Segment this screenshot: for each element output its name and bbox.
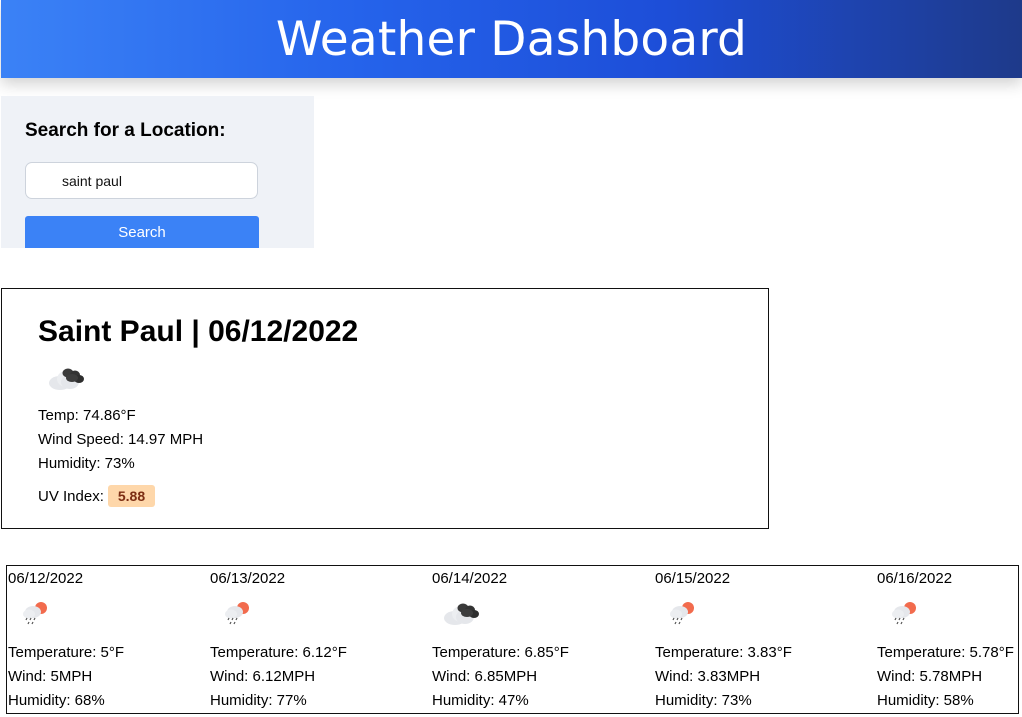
forecast-day: 06/14/2022 Temperature: 6.85°F Wind: 6.8…	[431, 566, 631, 713]
rain-icon	[23, 602, 47, 625]
forecast-date: 06/12/2022	[8, 570, 84, 587]
broken-clouds-icon	[49, 368, 84, 390]
forecast-humidity: Humidity: 73%	[655, 692, 752, 709]
forecast-wind: Wind: 6.12MPH	[210, 668, 316, 685]
search-panel: Search for a Location: Search	[1, 96, 314, 248]
current-temp: Temp: 74.86°F	[38, 407, 136, 424]
forecast-temperature: Temperature: 6.12°F	[210, 644, 347, 661]
forecast-date: 06/15/2022	[655, 570, 731, 587]
search-button[interactable]: Search	[25, 216, 259, 248]
current-humidity: Humidity: 73%	[38, 455, 135, 472]
forecast-humidity: Humidity: 68%	[8, 692, 105, 709]
forecast-date: 06/14/2022	[432, 570, 508, 587]
forecast-wind: Wind: 3.83MPH	[655, 668, 761, 685]
current-weather-card: Saint Paul | 06/12/2022 Temp: 74.86°F Wi…	[1, 288, 769, 529]
rain-icon	[225, 602, 249, 625]
forecast-day: 06/13/2022 Temperature: 6.12°F Wind: 6.1…	[209, 566, 409, 713]
current-city-date: Saint Paul | 06/12/2022	[38, 315, 359, 348]
rain-icon	[670, 602, 694, 625]
forecast-temperature: Temperature: 5.78°F	[877, 644, 1014, 661]
forecast-day: 06/16/2022 Temperature: 5.78°F Wind: 5.7…	[876, 566, 1017, 713]
forecast-wind: Wind: 6.85MPH	[432, 668, 538, 685]
forecast-humidity: Humidity: 47%	[432, 692, 529, 709]
forecast-wind: Wind: 5MPH	[8, 668, 93, 685]
uv-badge: 5.88	[107, 485, 156, 507]
app-header: Weather Dashboard	[1, 0, 1022, 78]
forecast-humidity: Humidity: 58%	[877, 692, 974, 709]
current-wind: Wind Speed: 14.97 MPH	[38, 431, 204, 448]
page-title: Weather Dashboard	[275, 11, 748, 67]
forecast-date: 06/13/2022	[210, 570, 286, 587]
forecast-day: 06/12/2022 Temperature: 5°F Wind: 5MPH H…	[7, 566, 207, 713]
uv-index-row: UV Index: 5.88	[38, 485, 156, 507]
forecast-date: 06/16/2022	[877, 570, 953, 587]
five-day-forecast: 06/12/2022 Temperature: 5°F Wind: 5MPH H…	[6, 565, 1019, 714]
forecast-day: 06/15/2022 Temperature: 3.83°F Wind: 3.8…	[654, 566, 854, 713]
forecast-wind: Wind: 5.78MPH	[877, 668, 983, 685]
search-title: Search for a Location:	[25, 120, 226, 141]
rain-icon	[892, 602, 916, 625]
forecast-humidity: Humidity: 77%	[210, 692, 307, 709]
forecast-temperature: Temperature: 5°F	[8, 644, 125, 661]
uv-label: UV Index:	[38, 487, 104, 505]
broken-clouds-icon	[444, 603, 479, 625]
forecast-temperature: Temperature: 3.83°F	[655, 644, 792, 661]
forecast-temperature: Temperature: 6.85°F	[432, 644, 569, 661]
search-input[interactable]	[25, 162, 258, 199]
